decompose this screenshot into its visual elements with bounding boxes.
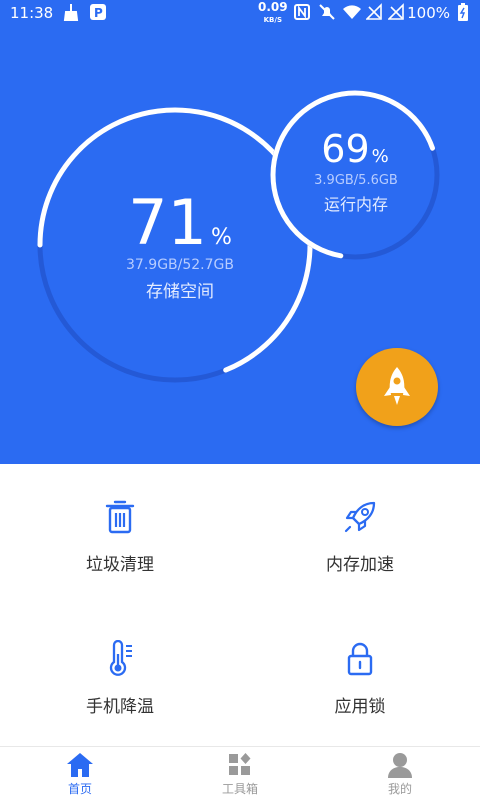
tool-label: 内存加速 (326, 555, 394, 575)
storage-label: 存储空间 (146, 282, 214, 302)
nav-label: 我的 (387, 782, 412, 796)
memory-percent-value: 69 (321, 127, 370, 171)
tool-memory-boost[interactable]: 内存加速 (280, 498, 440, 575)
lock-icon (347, 642, 373, 676)
nav-label: 工具箱 (221, 782, 258, 796)
nav-toolbox[interactable]: 工具箱 (190, 747, 290, 797)
trash-icon (105, 500, 135, 534)
nav-home[interactable]: 首页 (30, 747, 130, 797)
tool-label: 应用锁 (334, 697, 386, 717)
tool-phone-cooling[interactable]: 手机降温 (40, 640, 200, 717)
home-icon (67, 753, 93, 777)
toolbox-icon (229, 753, 251, 775)
rocket-icon (384, 367, 410, 405)
tool-label: 垃圾清理 (86, 555, 154, 575)
boost-button[interactable] (356, 348, 438, 426)
storage-percent-value: 71 (128, 186, 207, 259)
thermometer-icon (109, 640, 132, 676)
tool-label: 手机降温 (86, 697, 154, 717)
storage-usage: 37.9GB/52.7GB (126, 257, 234, 273)
tool-app-lock[interactable]: 应用锁 (280, 640, 440, 717)
tool-junk-clean[interactable]: 垃圾清理 (40, 498, 200, 575)
rocket-icon (344, 501, 376, 533)
user-icon (388, 753, 412, 778)
nav-profile[interactable]: 我的 (350, 747, 450, 797)
memory-percent: 69% (305, 128, 405, 178)
dashboard-header: 11:38 P 0.09 KB/S 100% 71 % 37.9GB/52.7G… (0, 0, 480, 464)
memory-label: 运行内存 (323, 195, 388, 214)
nav-label: 首页 (67, 782, 92, 796)
storage-percent-unit: % (211, 225, 232, 250)
bottom-navigation: 首页 工具箱 我的 (0, 746, 480, 801)
memory-usage: 3.9GB/5.6GB (314, 173, 398, 188)
memory-percent-unit: % (371, 146, 389, 167)
